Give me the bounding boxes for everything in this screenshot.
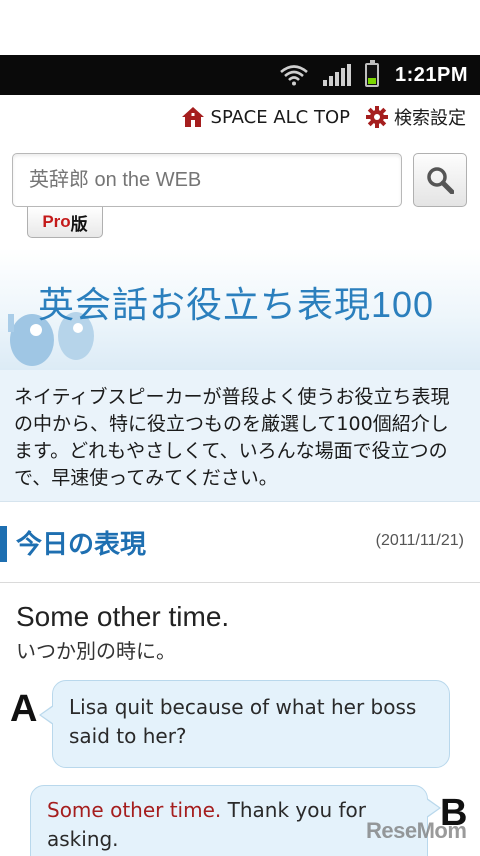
speaker-a-label: A xyxy=(10,688,38,730)
intro-text: ネイティブスピーカーが普段よく使うお役立ち表現の中から、特に役立つものを厳選して… xyxy=(0,370,480,502)
speech-bubble-a: Lisa quit because of what her boss said … xyxy=(39,680,450,768)
search-input[interactable] xyxy=(12,153,402,207)
highlighted-phrase: Some other time. xyxy=(47,798,222,822)
today-header: 今日の表現 (2011/11/21) xyxy=(0,502,480,583)
home-icon xyxy=(181,107,204,127)
alc-top-label: SPACE ALC TOP xyxy=(210,106,350,128)
search-settings-label: 検索設定 xyxy=(394,108,466,129)
banner-title: 英会話お役立ち表現100 xyxy=(38,276,434,328)
today-title: 今日の表現 xyxy=(16,530,147,560)
phrase-japanese: いつか別の時に。 xyxy=(16,639,176,663)
pro-version-tab[interactable]: Pro 版 xyxy=(27,207,103,238)
phrase-block: Some other time. いつか別の時に。 xyxy=(0,583,480,680)
today-date: (2011/11/21) xyxy=(375,532,464,549)
alc-top-link[interactable]: SPACE ALC TOP xyxy=(181,106,350,128)
battery-icon xyxy=(364,60,379,87)
gear-icon xyxy=(366,106,388,128)
banner: 英会話お役立ち表現100 xyxy=(0,248,480,370)
search-icon xyxy=(427,167,454,194)
screen: 1:21PM SPACE ALC TOP 検索設定 英辞郎 on the WEB… xyxy=(0,0,480,856)
signal-icon xyxy=(322,64,351,86)
status-time: 1:21PM xyxy=(394,63,468,86)
watermark-logo: ReseMom xyxy=(366,818,467,843)
top-links: SPACE ALC TOP 検索設定 xyxy=(0,95,480,139)
section-accent-bar xyxy=(0,526,7,562)
search-settings-link[interactable]: 検索設定 xyxy=(366,104,466,130)
status-bar: 1:21PM xyxy=(0,55,480,95)
phrase-english: Some other time. xyxy=(16,601,230,632)
pro-tab-prefix: Pro xyxy=(42,212,71,231)
search-button[interactable] xyxy=(413,153,467,207)
pro-tab-suffix: 版 xyxy=(70,214,88,234)
banner-title-number: 100 xyxy=(371,284,435,325)
search-area: Pro版 xyxy=(0,139,480,248)
wifi-icon xyxy=(279,64,309,86)
top-margin xyxy=(0,0,480,55)
banner-title-main: 英会話お役立ち表現 xyxy=(38,285,372,326)
